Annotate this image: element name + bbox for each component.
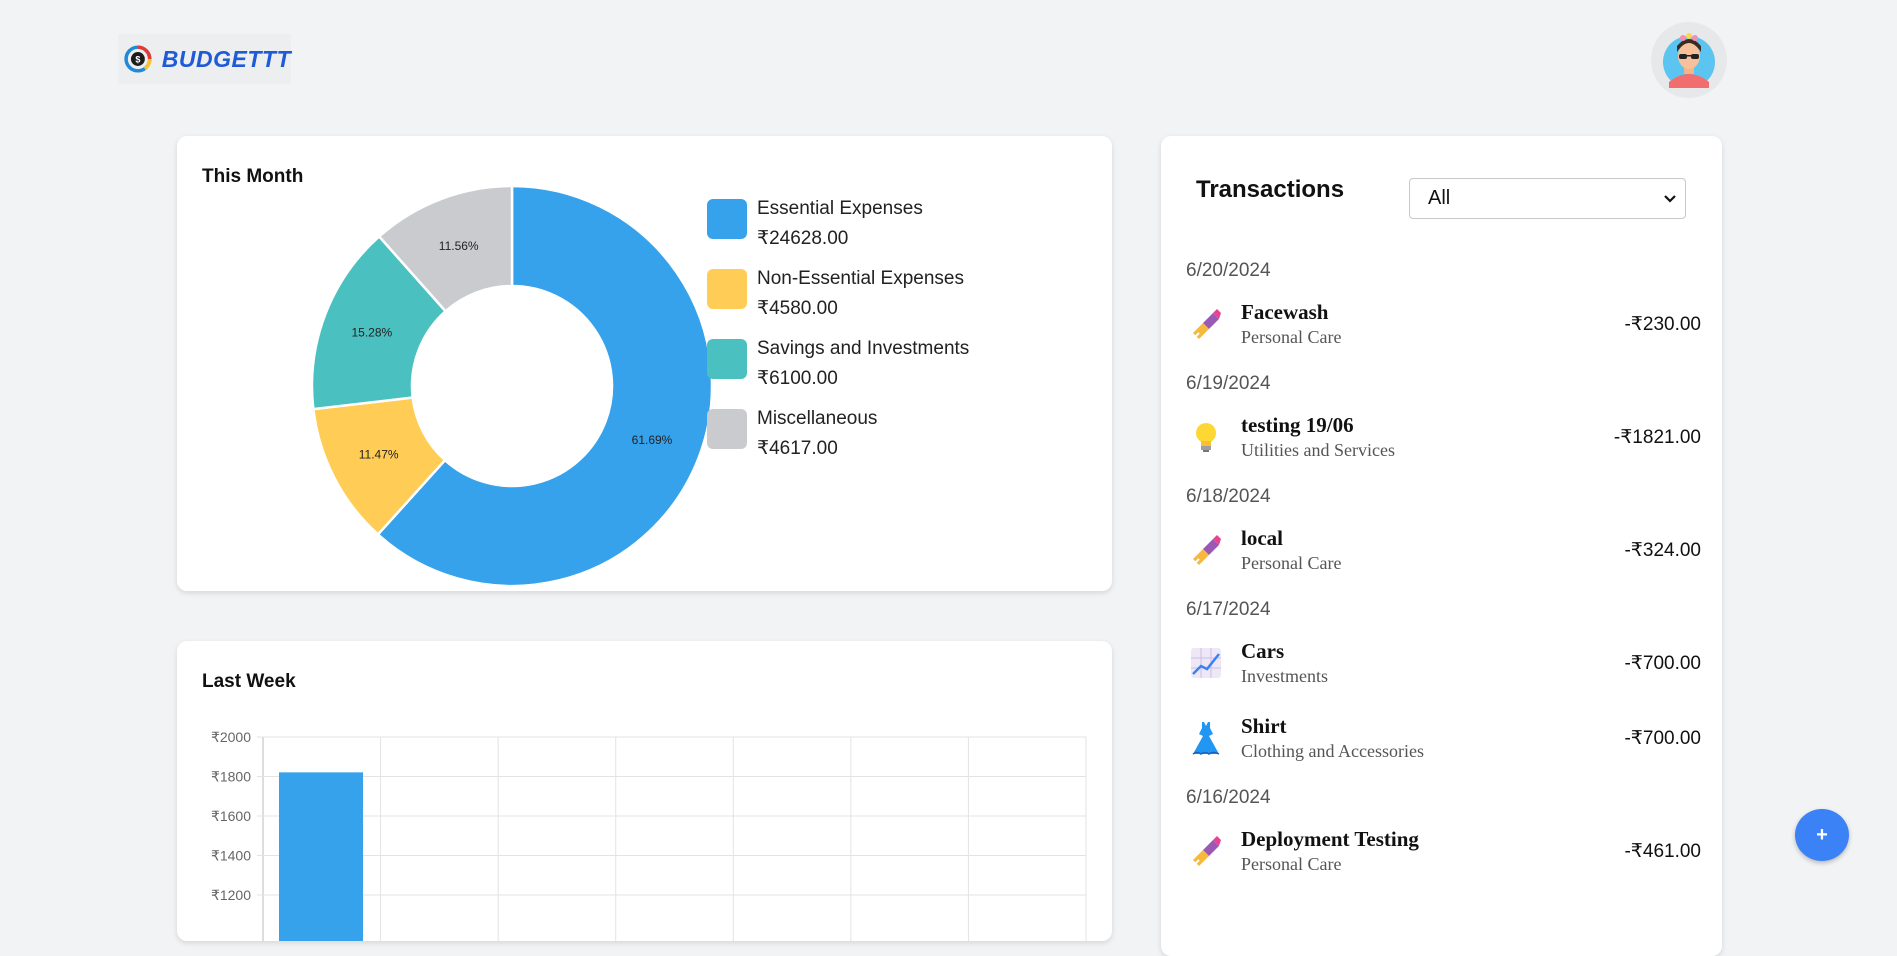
app-name: BUDGETTT [161,45,291,72]
this-month-legend: Essential Expenses ₹24628.00 Non-Essential… [707,194,969,474]
lipstick-icon [1186,530,1226,570]
lightbulb-icon [1186,417,1226,457]
legend-text: Miscellaneous ₹4617.00 [757,404,877,464]
y-tick-label: ₹1800 [211,769,251,785]
legend-swatch [707,409,747,449]
legend-amount: ₹24628.00 [757,228,849,249]
legend-label: Savings and Investments [757,338,970,359]
transactions-title: Transactions [1196,176,1345,203]
transactions-filter-select[interactable]: All [1409,178,1686,219]
legend-label: Essential Expenses [757,198,923,219]
legend-item[interactable]: Non-Essential Expenses ₹4580.00 [707,264,969,334]
transaction-row[interactable]: testing 19/06 Utilities and Services -₹182… [1186,407,1701,467]
legend-text: Savings and Investments ₹6100.00 [757,334,969,394]
transaction-name: Facewash [1241,300,1329,324]
transaction-category: Personal Care [1241,854,1342,874]
legend-amount: ₹4580.00 [757,298,838,319]
transaction-info: testing 19/06 Utilities and Services [1241,412,1614,462]
transaction-row[interactable]: local Personal Care -₹324.00 [1186,520,1701,580]
this-month-donut-chart: 61.69% 11.47% 15.28% 11.56% [312,186,712,586]
transaction-amount: -₹324.00 [1624,539,1701,561]
transaction-name: local [1241,526,1283,550]
transaction-category: Investments [1241,666,1328,686]
filter-selected-value: All [1428,187,1451,209]
transaction-date-header: 6/19/2024 [1186,373,1271,394]
y-tick-label: ₹1400 [211,848,251,864]
y-tick-label: ₹1600 [211,808,251,824]
transaction-category: Utilities and Services [1241,440,1395,460]
this-month-title: This Month [202,166,304,187]
transaction-row[interactable]: Facewash Personal Care -₹230.00 [1186,294,1701,354]
donut-data-label: 61.69% [632,433,673,447]
donut-data-label: 11.56% [439,239,479,253]
transaction-category: Clothing and Accessories [1241,741,1424,761]
transaction-info: local Personal Care [1241,525,1624,575]
transaction-name: Deployment Testing [1241,827,1419,851]
lipstick-icon [1186,831,1226,871]
donut-data-label: 15.28% [351,326,392,340]
lipstick-icon [1186,304,1226,344]
legend-label: Miscellaneous [757,408,878,429]
legend-text: Essential Expenses ₹24628.00 [757,194,923,254]
transaction-info: Shirt Clothing and Accessories [1241,713,1624,763]
legend-swatch [707,199,747,239]
legend-text: Non-Essential Expenses ₹4580.00 [757,264,964,324]
chevron-down-icon [1664,194,1676,203]
transactions-list: 6/20/2024 Facewash Personal Care -₹230.00 6/… [1186,256,1701,896]
this-month-card: This Month 61.69% 11.47% 15.28% 11.56% Esse… [177,136,1112,591]
legend-amount: ₹4617.00 [757,438,838,459]
transaction-amount: -₹1821.00 [1613,426,1701,448]
legend-item[interactable]: Savings and Investments ₹6100.00 [707,334,969,404]
transaction-row[interactable]: Shirt Clothing and Accessories -₹700.00 [1186,708,1701,768]
svg-text:$: $ [135,54,140,64]
transaction-amount: -₹700.00 [1624,652,1701,674]
last-week-card: Last Week ₹2000 ₹1800 ₹1600 ₹1400 ₹1200 [177,641,1112,941]
donut-data-label: 11.47% [359,448,399,462]
transaction-date-header: 6/16/2024 [1186,787,1271,808]
transaction-date-header: 6/18/2024 [1186,486,1271,507]
transaction-name: Cars [1241,639,1285,663]
transaction-amount: -₹461.00 [1624,840,1701,862]
transactions-card: Transactions All 6/20/2024 Facewash Person… [1161,136,1722,956]
bar[interactable] [279,772,363,941]
transaction-row[interactable]: Cars Investments -₹700.00 [1186,633,1701,693]
top-bar: $ BUDGETTT [0,0,1897,120]
transaction-name: Shirt [1241,714,1287,738]
y-tick-label: ₹1200 [211,887,251,903]
legend-swatch [707,339,747,379]
transaction-date-header: 6/17/2024 [1186,599,1271,620]
transaction-info: Cars Investments [1241,638,1624,688]
dress-icon [1186,718,1226,758]
legend-amount: ₹6100.00 [757,368,838,389]
transaction-info: Facewash Personal Care [1241,299,1624,349]
legend-item[interactable]: Miscellaneous ₹4617.00 [707,404,969,474]
transaction-info: Deployment Testing Personal Care [1241,826,1624,876]
avatar-icon [1663,33,1715,88]
legend-swatch [707,269,747,309]
transaction-date-header: 6/20/2024 [1186,260,1271,281]
last-week-title: Last Week [202,671,296,692]
add-transaction-button[interactable]: + [1795,809,1849,861]
transaction-name: testing 19/06 [1241,413,1354,437]
transaction-amount: -₹230.00 [1624,313,1701,335]
transaction-row[interactable]: Deployment Testing Personal Care -₹461.00 [1186,821,1701,881]
app-logo[interactable]: $ BUDGETTT [118,34,291,84]
budget-logo-icon: $ [124,45,152,73]
transaction-category: Personal Care [1241,327,1342,347]
chart-increasing-icon [1186,643,1226,683]
transaction-amount: -₹700.00 [1624,727,1701,749]
legend-item[interactable]: Essential Expenses ₹24628.00 [707,194,969,264]
user-avatar[interactable] [1651,22,1727,98]
y-tick-label: ₹2000 [211,729,251,745]
transaction-category: Personal Care [1241,553,1342,573]
legend-label: Non-Essential Expenses [757,268,964,289]
last-week-bar-chart: ₹2000 ₹1800 ₹1600 ₹1400 ₹1200 [211,729,1087,941]
